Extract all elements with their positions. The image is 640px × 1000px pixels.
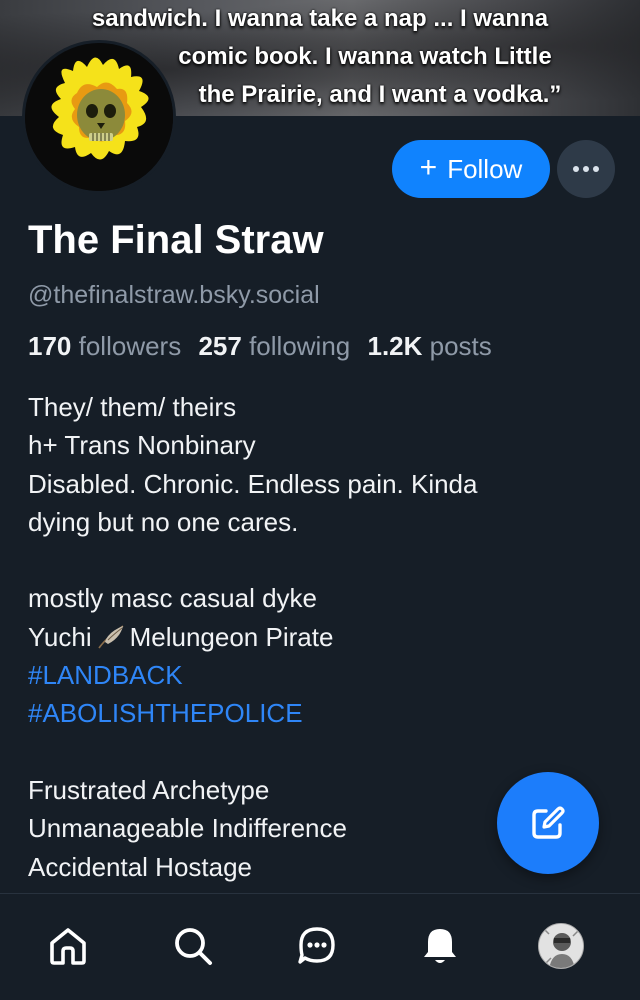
bio-line: Disabled. Chronic. Endless pain. Kinda <box>28 468 478 499</box>
search-icon <box>175 928 212 965</box>
bio-line: mostly masc casual dyke <box>28 583 317 614</box>
chat-icon <box>298 927 335 964</box>
plus-icon: + <box>419 150 438 184</box>
tab-notifications[interactable] <box>410 916 470 976</box>
flaming-skull-icon <box>25 43 173 191</box>
banner-line: sandwich. I wanna take a nap ... I wanna <box>91 5 549 32</box>
posts-count: 1.2K <box>367 331 423 361</box>
tab-search[interactable] <box>163 916 223 976</box>
feather-icon <box>97 625 124 649</box>
profile-stats: 170 followers 257 following 1.2K posts <box>28 331 492 362</box>
posts-stat: 1.2K posts <box>367 331 491 361</box>
profile-avatar-small <box>538 923 584 969</box>
follow-button[interactable]: + Follow <box>392 140 550 198</box>
bio-line: Yuchi Melungeon Pirate <box>28 618 608 656</box>
home-icon <box>50 928 86 965</box>
following-label: following <box>249 331 351 361</box>
compose-button[interactable] <box>497 772 599 874</box>
bio-line: They/ them/ theirs <box>28 392 237 422</box>
posts-label: posts <box>429 331 492 361</box>
follow-label: Follow <box>447 153 523 184</box>
bio-spacer <box>28 733 608 771</box>
bio-text: Yuchi <box>28 621 92 652</box>
tab-profile[interactable] <box>531 916 591 976</box>
bio-spacer <box>28 541 608 579</box>
bell-icon <box>424 929 456 963</box>
tab-home[interactable] <box>38 916 98 976</box>
hashtag-landback[interactable]: #LANDBACK <box>28 656 608 694</box>
tab-chat[interactable] <box>287 916 347 976</box>
followers-link[interactable]: 170 followers <box>28 331 181 361</box>
display-name: The Final Straw <box>28 218 324 262</box>
profile-handle: @thefinalstraw.bsky.social <box>28 281 320 309</box>
followers-count: 170 <box>28 331 72 361</box>
profile-avatar[interactable] <box>22 40 176 194</box>
bio-line: h+ Trans Nonbinary <box>28 430 256 461</box>
followers-label: followers <box>78 331 182 361</box>
hashtag-abolishthepolice[interactable]: #ABOLISHTHEPOLICE <box>28 694 608 732</box>
compose-icon <box>532 806 565 839</box>
avatar-image-icon <box>539 924 583 968</box>
ellipsis-icon <box>573 166 599 172</box>
following-count: 257 <box>198 331 242 361</box>
bottom-tab-bar <box>0 893 640 1000</box>
more-options-button[interactable] <box>557 140 615 198</box>
following-link[interactable]: 257 following <box>198 331 350 361</box>
bio-text: Melungeon Pirate <box>129 621 334 652</box>
bio-line: dying but no one cares. <box>28 506 299 537</box>
